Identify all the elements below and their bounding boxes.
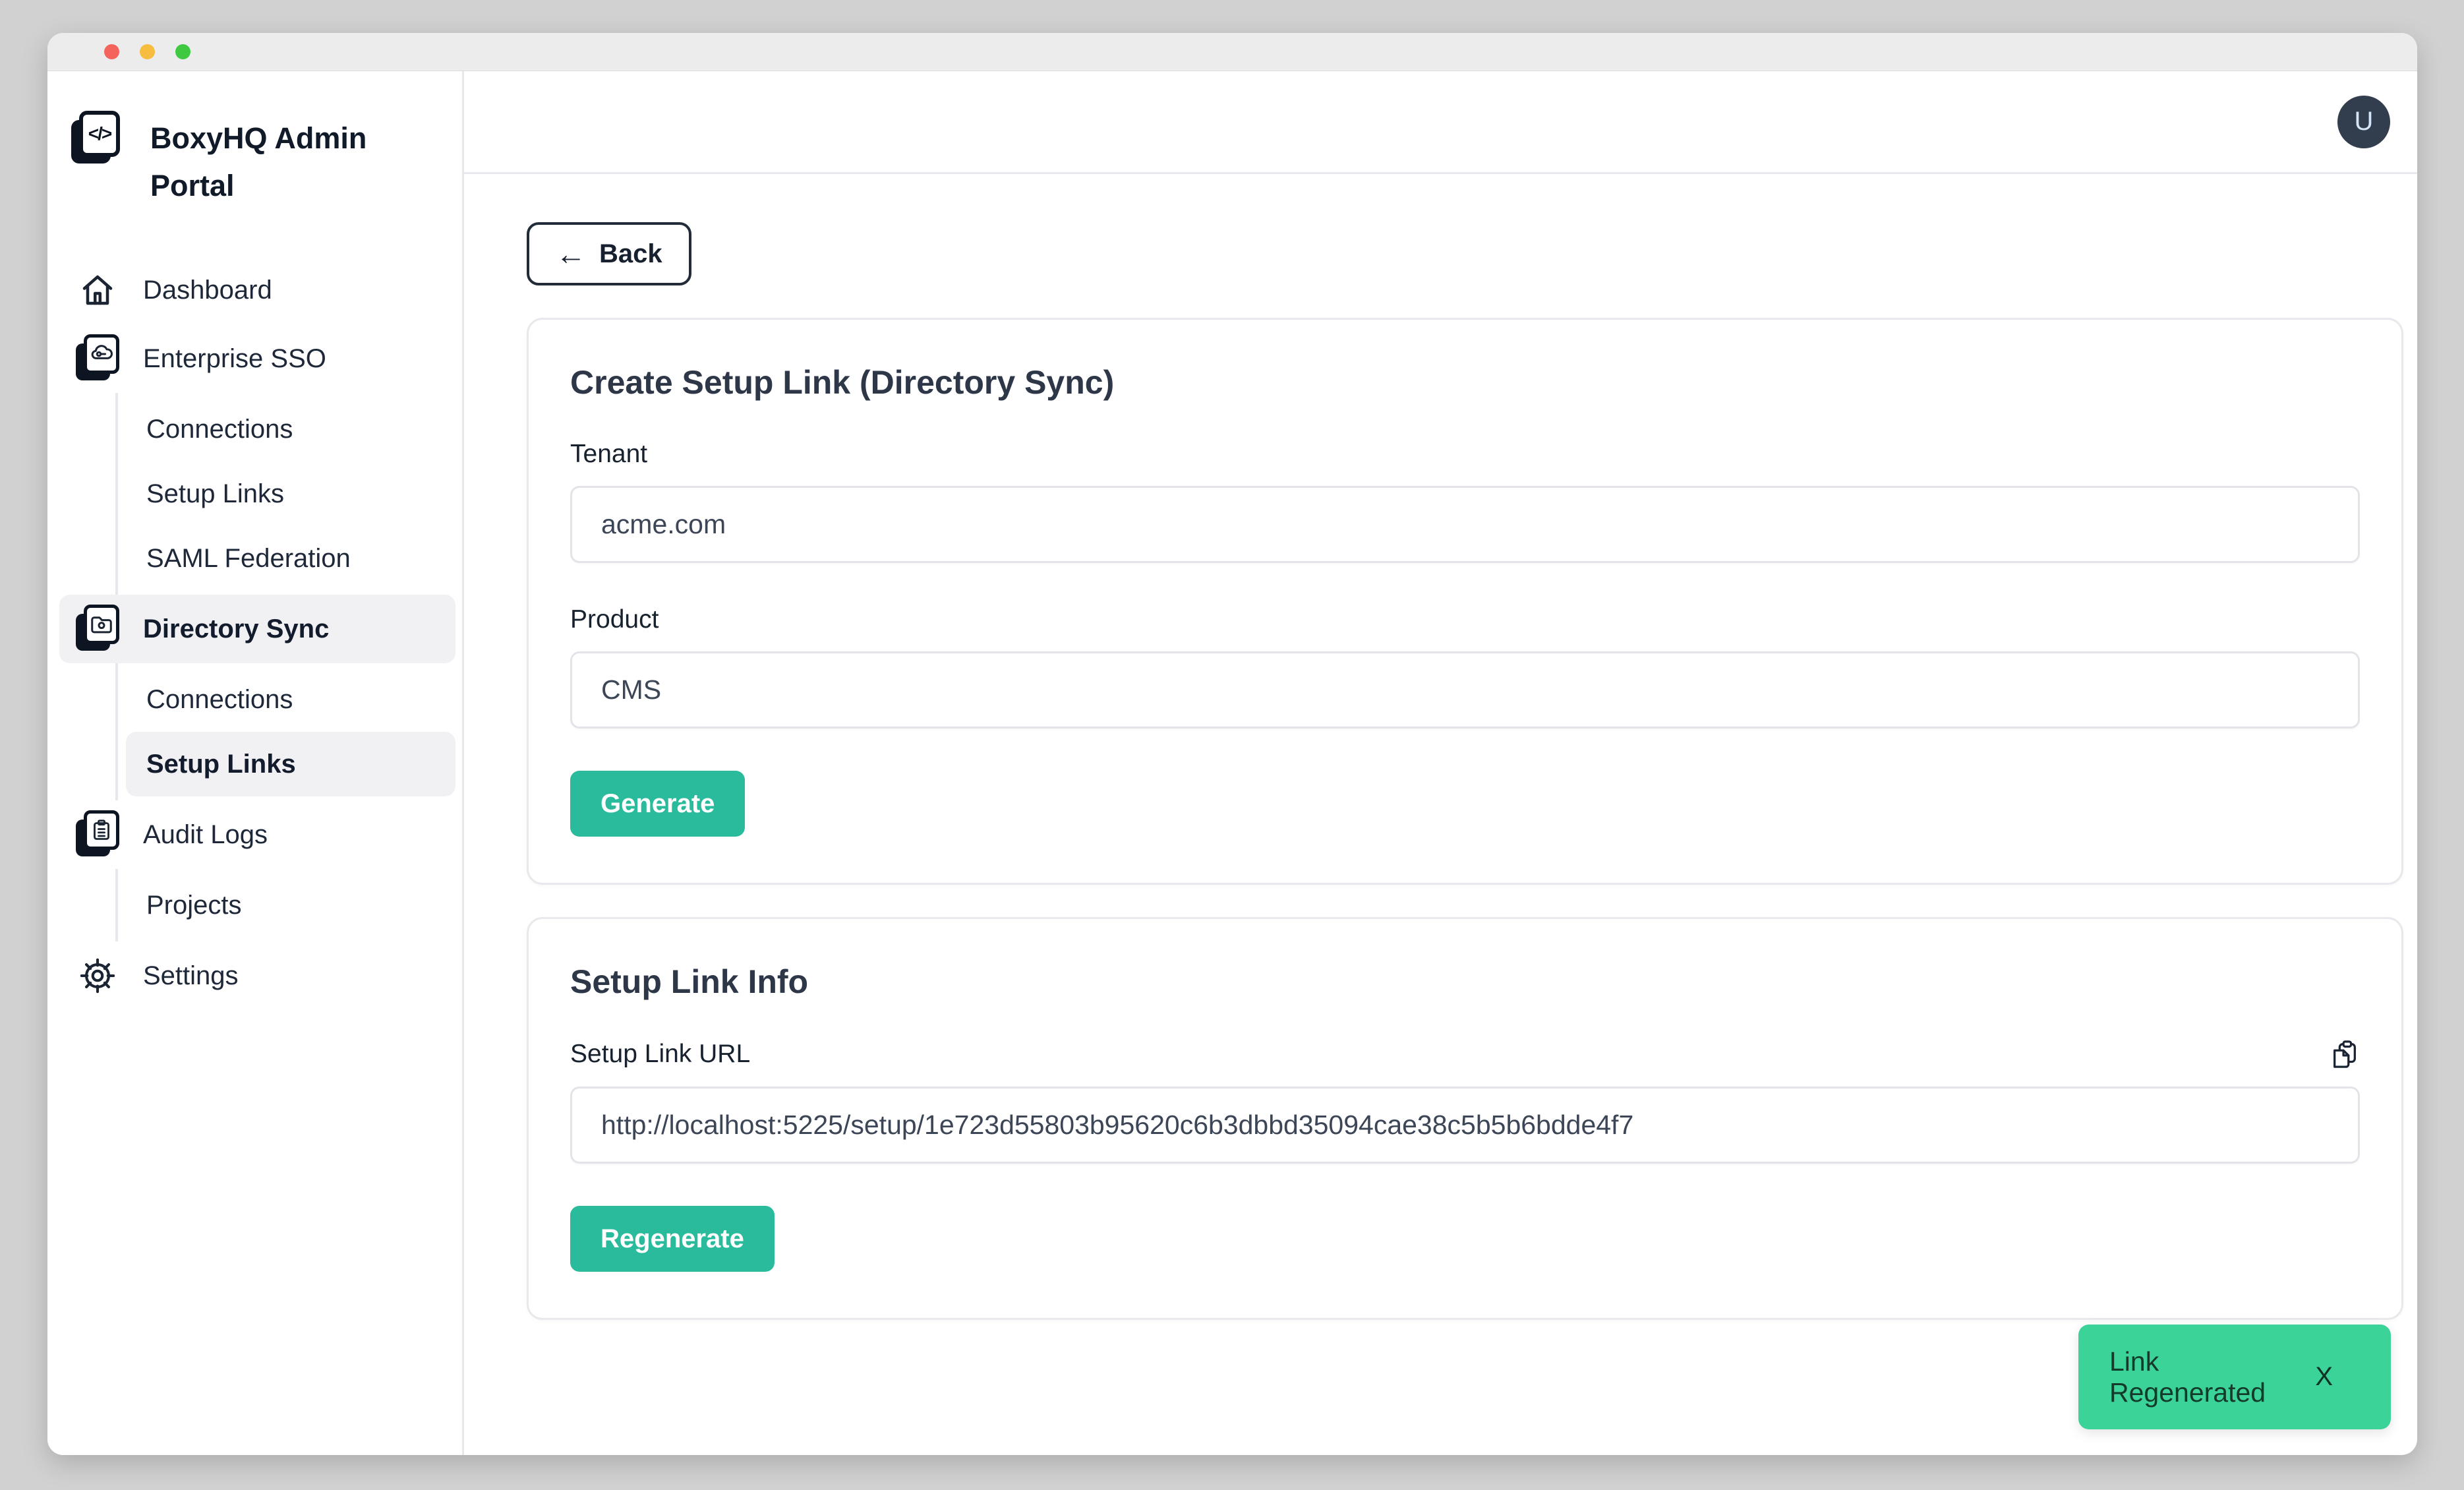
setup-link-info-card: Setup Link Info Setup Link URL — [527, 917, 2403, 1320]
sidebar-item-label: Connections — [146, 415, 293, 444]
tenant-field-group: Tenant — [570, 440, 2360, 563]
app-window: </> BoxyHQ Admin Portal Dashbo — [47, 33, 2417, 1455]
sidebar-item-directory-sync[interactable]: Directory Sync — [59, 595, 455, 663]
sidebar-group-enterprise-sso: Connections Setup Links SAML Federation — [115, 393, 455, 595]
sidebar-item-dashboard[interactable]: Dashboard — [59, 256, 455, 324]
copy-icon[interactable] — [2330, 1039, 2360, 1069]
sidebar-item-enterprise-sso[interactable]: Enterprise SSO — [59, 324, 455, 393]
sidebar-item-sso-connections[interactable]: Connections — [126, 397, 455, 462]
product-input[interactable] — [570, 651, 2360, 729]
boxyhq-logo-icon: </> — [71, 111, 121, 166]
tenant-label: Tenant — [570, 440, 2360, 469]
home-icon — [76, 270, 119, 310]
sidebar: </> BoxyHQ Admin Portal Dashbo — [47, 71, 464, 1455]
close-window-icon[interactable] — [104, 44, 119, 59]
setup-link-url-input[interactable] — [570, 1087, 2360, 1164]
sidebar-item-label: Settings — [143, 961, 239, 991]
back-button[interactable]: ← Back — [527, 222, 691, 285]
audit-logs-icon — [76, 810, 119, 859]
sidebar-item-label: SAML Federation — [146, 544, 351, 574]
back-arrow-icon: ← — [556, 239, 586, 269]
regenerate-button[interactable]: Regenerate — [570, 1206, 775, 1272]
sidebar-item-label: Setup Links — [146, 750, 296, 779]
url-field-group — [570, 1087, 2360, 1164]
back-button-label: Back — [599, 239, 662, 269]
sidebar-group-directory-sync: Connections Setup Links — [115, 663, 455, 800]
page-content: ← Back Create Setup Link (Directory Sync… — [464, 174, 2417, 1455]
main-area: U ← Back Create Setup Link (Directory Sy… — [464, 71, 2417, 1455]
sidebar-item-label: Projects — [146, 891, 242, 920]
sidebar-item-label: Enterprise SSO — [143, 344, 326, 374]
top-header: U — [464, 71, 2417, 174]
sidebar-item-sso-setup-links[interactable]: Setup Links — [126, 462, 455, 526]
sidebar-item-label: Setup Links — [146, 479, 284, 509]
directory-sync-icon — [76, 605, 119, 653]
sidebar-item-label: Directory Sync — [143, 614, 329, 644]
gear-icon — [76, 957, 119, 995]
create-setup-link-card: Create Setup Link (Directory Sync) Tenan… — [527, 318, 2403, 885]
setup-link-url-label: Setup Link URL — [570, 1040, 750, 1069]
generate-button[interactable]: Generate — [570, 771, 745, 837]
toast-close-button[interactable]: X — [2315, 1362, 2333, 1392]
desktop: </> BoxyHQ Admin Portal Dashbo — [0, 0, 2464, 1490]
tenant-input[interactable] — [570, 486, 2360, 563]
product-label: Product — [570, 605, 2360, 634]
sidebar-item-dsync-connections[interactable]: Connections — [126, 667, 455, 732]
sidebar-item-settings[interactable]: Settings — [59, 941, 455, 1010]
sidebar-nav: Dashboard — [47, 256, 462, 1010]
sidebar-item-label: Audit Logs — [143, 820, 268, 850]
sidebar-item-dsync-setup-links[interactable]: Setup Links — [126, 732, 455, 796]
sidebar-item-label: Connections — [146, 685, 293, 715]
card-title: Create Setup Link (Directory Sync) — [570, 363, 2360, 402]
minimize-window-icon[interactable] — [140, 44, 155, 59]
sidebar-group-audit-logs: Projects — [115, 869, 455, 941]
brand-title: BoxyHQ Admin Portal — [150, 111, 388, 210]
sidebar-item-label: Dashboard — [143, 276, 272, 305]
sidebar-item-saml-federation[interactable]: SAML Federation — [126, 526, 455, 591]
sidebar-item-audit-logs[interactable]: Audit Logs — [59, 800, 455, 869]
toast-notification: Link Regenerated X — [2078, 1325, 2391, 1429]
enterprise-sso-icon — [76, 334, 119, 383]
sidebar-item-projects[interactable]: Projects — [126, 873, 455, 938]
window-titlebar — [47, 33, 2417, 71]
url-label-row: Setup Link URL — [570, 1039, 2360, 1069]
product-field-group: Product — [570, 605, 2360, 729]
toast-message: Link Regenerated — [2109, 1346, 2315, 1408]
user-avatar[interactable]: U — [2337, 96, 2390, 148]
maximize-window-icon[interactable] — [175, 44, 191, 59]
brand[interactable]: </> BoxyHQ Admin Portal — [47, 111, 462, 210]
card-title: Setup Link Info — [570, 963, 2360, 1001]
